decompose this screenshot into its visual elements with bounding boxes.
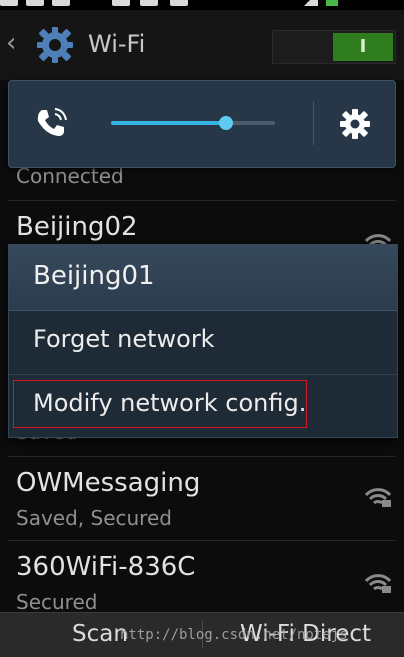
network-name: Beijing02 (16, 212, 138, 242)
forget-network-option[interactable]: Forget network (9, 311, 397, 373)
status-bar (0, 0, 404, 10)
network-name: OWMessaging (16, 468, 201, 498)
divider (8, 456, 396, 457)
volume-slider-fill (111, 121, 226, 125)
wifi-signal-lock-icon (364, 488, 392, 507)
divider (8, 200, 396, 201)
settings-gear-icon[interactable] (36, 26, 74, 64)
option-label: Forget network (33, 325, 215, 353)
network-context-dialog: Beijing01 Forget network Modify network … (8, 244, 398, 438)
volume-quick-panel (8, 80, 396, 168)
wifi-signal-lock-icon (364, 574, 392, 593)
divider (8, 540, 396, 541)
action-bar: ‹ Wi-Fi I (0, 10, 404, 80)
list-item[interactable]: 360WiFi-836C Secured (0, 542, 404, 614)
watermark: http://blog.csdn.net/notejs (120, 627, 348, 643)
network-status: Secured (16, 590, 98, 614)
network-name: 360WiFi-836C (16, 552, 196, 582)
call-volume-icon (37, 108, 67, 136)
wifi-toggle[interactable]: I (272, 30, 396, 64)
warning-icon (140, 0, 158, 6)
notification-icon (112, 0, 130, 6)
signal-icon (302, 0, 318, 6)
volume-slider[interactable] (111, 116, 275, 130)
bottom-bar: Scan Wi-Fi Direct http://blog.csdn.net/n… (0, 612, 404, 657)
dialog-title: Beijing01 (33, 261, 155, 291)
network-status: Saved, Secured (16, 506, 172, 530)
list-item[interactable]: OWMessaging Saved, Secured (0, 458, 404, 540)
dialog-header: Beijing01 (9, 245, 397, 311)
warning-icon (170, 0, 188, 6)
page-title: Wi-Fi (88, 30, 146, 58)
notification-icon (0, 0, 18, 6)
toggle-on-label: I (333, 33, 393, 61)
notification-icon (52, 0, 70, 6)
divider (313, 101, 314, 145)
modify-network-option[interactable]: Modify network config. (9, 374, 397, 437)
notification-icon (26, 0, 44, 6)
sound-settings-gear-icon[interactable] (339, 108, 371, 140)
battery-icon (326, 0, 338, 6)
back-chevron-icon[interactable]: ‹ (6, 30, 24, 56)
option-label: Modify network config. (33, 389, 307, 417)
volume-slider-thumb[interactable] (218, 116, 233, 130)
